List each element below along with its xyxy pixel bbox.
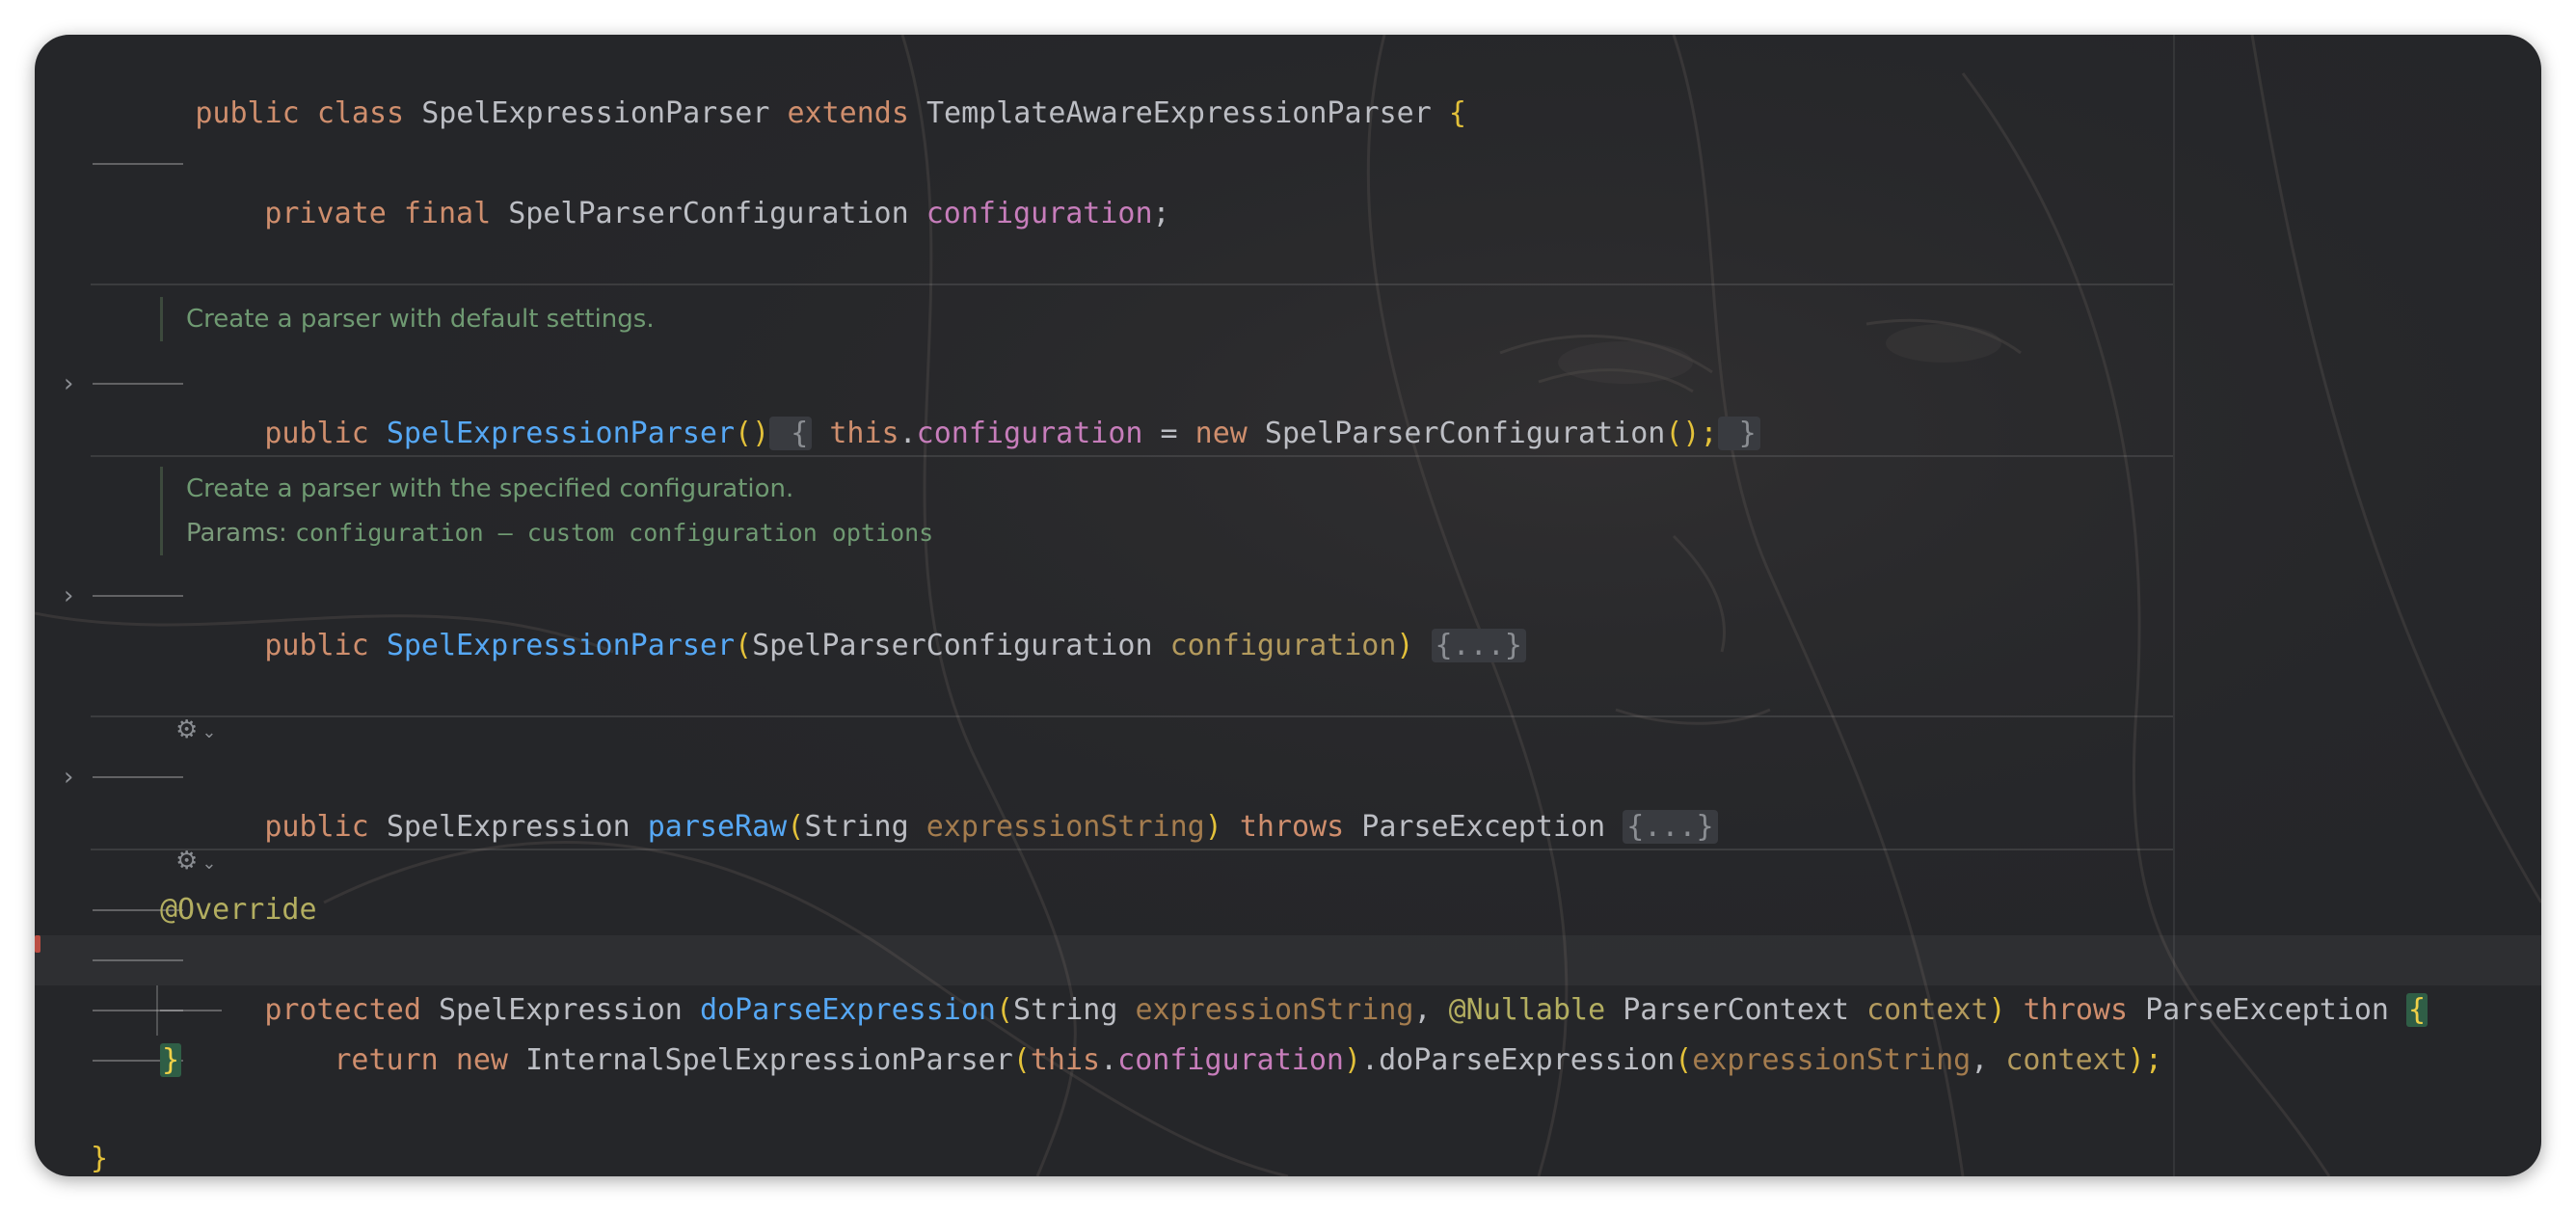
- paren: ): [1204, 810, 1222, 844]
- keyword: public: [264, 810, 369, 844]
- folded-body[interactable]: {...}: [1431, 629, 1526, 662]
- keyword: this: [1030, 1043, 1101, 1077]
- keyword: new: [455, 1043, 508, 1077]
- method-name[interactable]: parseRaw: [648, 810, 788, 844]
- ai-assistant-icon[interactable]: ⚙ ⌄: [175, 715, 233, 748]
- brace: {: [1448, 96, 1466, 130]
- chevron-right-icon[interactable]: ›: [64, 359, 87, 409]
- doc-text: Create a parser with default settings.: [186, 305, 655, 334]
- parameter-name[interactable]: context: [2005, 1043, 2127, 1077]
- method-call[interactable]: .doParseExpression: [1361, 1043, 1675, 1077]
- folded-brace[interactable]: {: [769, 417, 813, 450]
- matched-brace: {: [2406, 993, 2428, 1027]
- code-line-field[interactable]: private final SpelParserConfiguration co…: [35, 139, 1170, 230]
- paren: (: [787, 810, 805, 844]
- dot: .: [1100, 1043, 1118, 1077]
- type-name[interactable]: InternalSpelExpressionParser: [525, 1043, 1013, 1077]
- type-name[interactable]: SpelParserConfiguration: [508, 197, 908, 230]
- scope-guide: [156, 985, 158, 1036]
- paren: ): [1396, 629, 1414, 662]
- keyword: private: [264, 197, 387, 230]
- doc-params-value: configuration – custom configuration opt…: [294, 519, 934, 547]
- matched-brace: }: [160, 1043, 182, 1077]
- keyword: public: [264, 629, 369, 662]
- ai-assistant-icon[interactable]: ⚙ ⌄: [175, 847, 233, 879]
- field-name[interactable]: configuration: [917, 417, 1143, 450]
- chevron-right-icon[interactable]: ›: [64, 752, 87, 802]
- folded-brace[interactable]: }: [1717, 417, 1760, 450]
- keyword: public: [195, 96, 300, 130]
- folded-body[interactable]: {...}: [1623, 810, 1718, 844]
- code-line-close-method[interactable]: }: [35, 1036, 183, 1086]
- keyword: public: [264, 417, 369, 450]
- field-name[interactable]: configuration: [1117, 1043, 1344, 1077]
- code-line-class-declaration[interactable]: public class SpelExpressionParser extend…: [35, 39, 1466, 130]
- code-editor-window: public class SpelExpressionParser extend…: [35, 35, 2541, 1176]
- annotation[interactable]: @Override: [160, 893, 317, 927]
- class-name[interactable]: SpelExpressionParser: [421, 96, 769, 130]
- paren: (: [735, 629, 753, 662]
- code-line-default-constructor[interactable]: › public SpelExpressionParser() { this.c…: [35, 359, 1760, 450]
- constructor-name[interactable]: SpelExpressionParser: [387, 417, 735, 450]
- code-line-parse-raw[interactable]: › public SpelExpression parseRaw(String …: [35, 752, 1718, 844]
- code-line-return[interactable]: return new InternalSpelExpressionParser(…: [35, 985, 2162, 1077]
- keyword: extends: [787, 96, 909, 130]
- paren: (: [1012, 1043, 1031, 1077]
- field-name[interactable]: configuration: [926, 197, 1153, 230]
- keyword: this: [829, 417, 899, 450]
- chevron-right-icon[interactable]: ›: [64, 571, 87, 621]
- call-parens: ();: [1665, 417, 1718, 450]
- keyword: new: [1194, 417, 1248, 450]
- paren: ): [1343, 1043, 1362, 1077]
- code-line-override[interactable]: @Override: [35, 885, 317, 935]
- dot: .: [899, 417, 917, 450]
- type-name[interactable]: SpelParserConfiguration: [1265, 417, 1665, 450]
- code-line-close-class[interactable]: }: [35, 1134, 108, 1176]
- keyword: final: [403, 197, 492, 230]
- code-line-config-constructor[interactable]: › public SpelExpressionParser(SpelParser…: [35, 571, 1526, 662]
- parameter-name[interactable]: expressionString: [926, 810, 1205, 844]
- constructor-name[interactable]: SpelExpressionParser: [387, 629, 735, 662]
- keyword: class: [316, 96, 405, 130]
- chevron-down-icon[interactable]: ⌄: [201, 853, 216, 874]
- doc-comment[interactable]: Create a parser with the specified confi…: [160, 467, 933, 555]
- parameter-name[interactable]: expressionString: [1692, 1043, 1971, 1077]
- keyword: throws: [1239, 810, 1345, 844]
- comma: ,: [1971, 1043, 1989, 1077]
- paren: (: [1675, 1043, 1693, 1077]
- doc-params-row: Params: configuration – custom configura…: [186, 511, 933, 555]
- doc-comment[interactable]: Create a parser with default settings.: [160, 297, 655, 341]
- operator: =: [1142, 417, 1195, 450]
- exception-type[interactable]: ParseException: [1361, 810, 1605, 844]
- call-end: );: [2127, 1043, 2162, 1077]
- superclass-name[interactable]: TemplateAwareExpressionParser: [926, 96, 1432, 130]
- doc-text: Create a parser with the specified confi…: [186, 474, 794, 503]
- brace: }: [91, 1142, 109, 1175]
- type-name[interactable]: String: [804, 810, 908, 844]
- code-line-do-parse-expression[interactable]: protected SpelExpression doParseExpressi…: [35, 935, 2541, 1027]
- indent-guide: [160, 1010, 222, 1011]
- semicolon: ;: [1152, 197, 1170, 230]
- exception-type[interactable]: ParseException: [2145, 993, 2389, 1027]
- type-name[interactable]: SpelParserConfiguration: [752, 629, 1152, 662]
- doc-params-label: Params:: [186, 519, 287, 548]
- type-name[interactable]: SpelExpression: [387, 810, 631, 844]
- parens: (): [735, 417, 770, 450]
- keyword: return: [334, 1043, 439, 1077]
- parameter-name[interactable]: configuration: [1170, 629, 1397, 662]
- chevron-down-icon[interactable]: ⌄: [201, 722, 216, 742]
